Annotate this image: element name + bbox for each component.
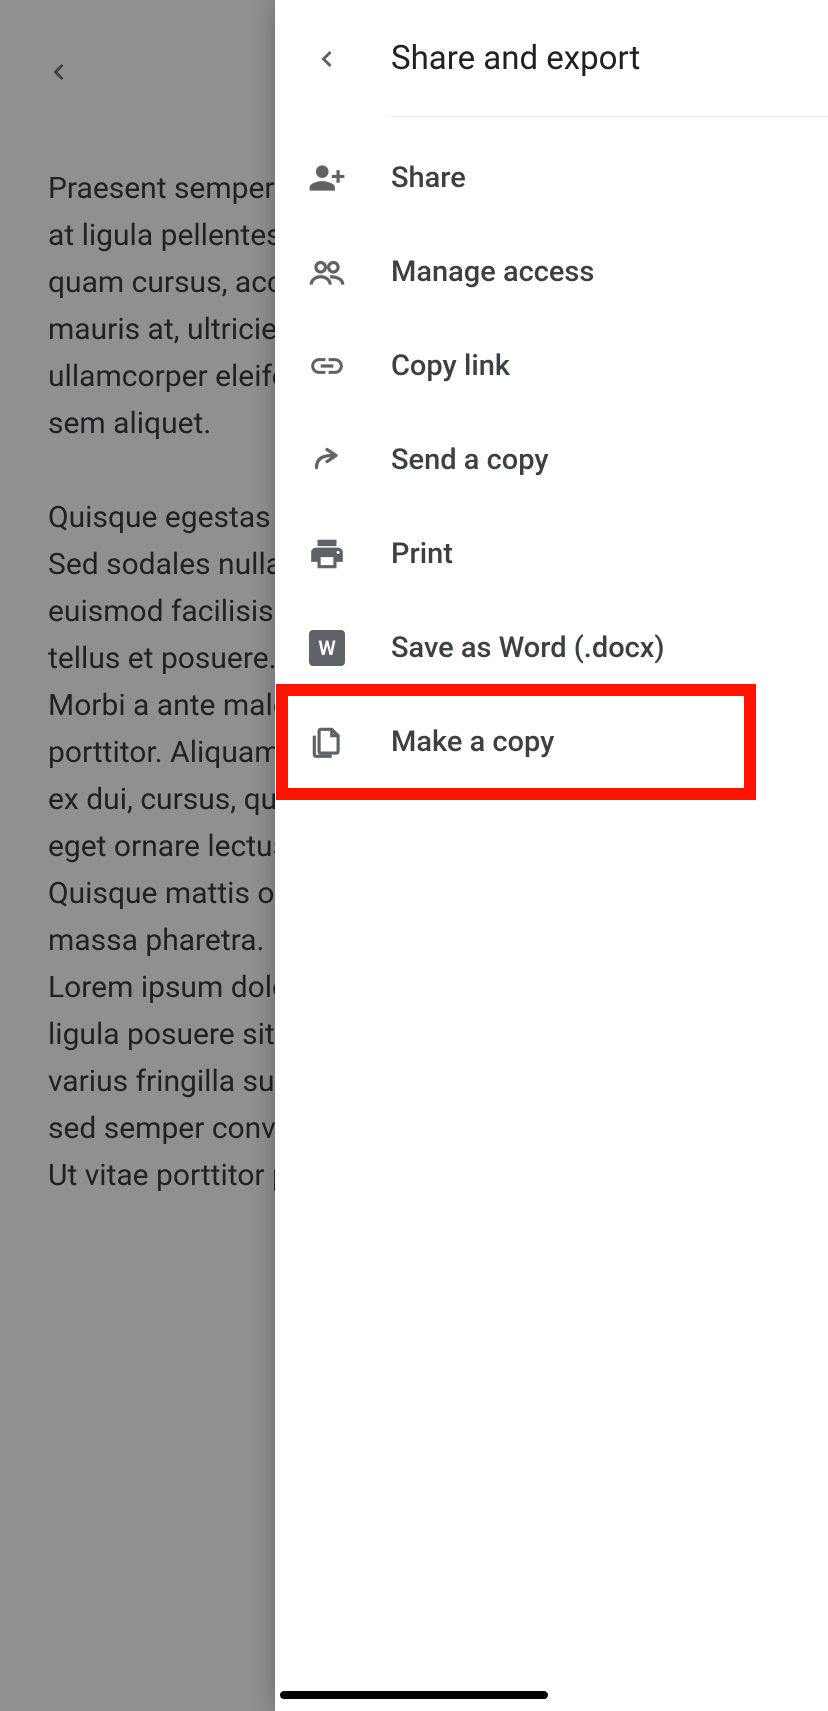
people-icon xyxy=(303,248,351,296)
menu-list: Share Manage access Copy link xyxy=(275,117,828,789)
menu-item-manage-access[interactable]: Manage access xyxy=(275,225,828,319)
menu-item-make-copy[interactable]: Make a copy xyxy=(275,695,828,789)
menu-label: Copy link xyxy=(391,349,510,383)
panel-title: Share and export xyxy=(391,39,640,78)
word-file-icon: W xyxy=(303,624,351,672)
menu-label: Make a copy xyxy=(391,725,554,759)
menu-label: Manage access xyxy=(391,255,594,289)
menu-item-send-copy[interactable]: Send a copy xyxy=(275,413,828,507)
panel-header: Share and export xyxy=(275,0,828,117)
menu-label: Save as Word (.docx) xyxy=(391,631,665,665)
menu-item-save-word[interactable]: W Save as Word (.docx) xyxy=(275,601,828,695)
menu-label: Share xyxy=(391,161,466,195)
menu-item-share[interactable]: Share xyxy=(275,131,828,225)
copy-icon xyxy=(303,718,351,766)
print-icon xyxy=(303,530,351,578)
link-icon xyxy=(303,342,351,390)
menu-label: Send a copy xyxy=(391,443,549,477)
home-indicator xyxy=(280,1691,548,1699)
chevron-left-icon xyxy=(313,45,341,73)
panel-back-button[interactable] xyxy=(303,35,351,83)
person-add-icon xyxy=(303,154,351,202)
divider xyxy=(390,116,828,117)
menu-label: Print xyxy=(391,537,453,571)
menu-item-copy-link[interactable]: Copy link xyxy=(275,319,828,413)
menu-item-print[interactable]: Print xyxy=(275,507,828,601)
share-export-panel: Share and export Share Manage access xyxy=(275,0,828,1711)
arrow-forward-icon xyxy=(303,436,351,484)
